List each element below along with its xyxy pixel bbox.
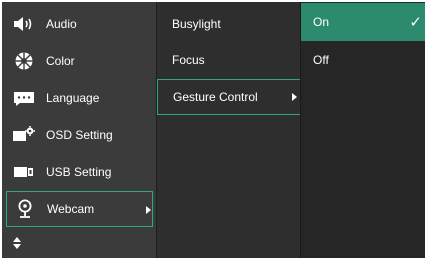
submenu-item-busylight[interactable]: Busylight [157, 6, 301, 42]
menu-item-language[interactable]: Language [6, 80, 153, 116]
scroll-indicator-icon[interactable] [12, 236, 22, 250]
submenu-item-label: Busylight [172, 17, 221, 31]
menu-item-usb-setting[interactable]: USB Setting [6, 154, 153, 190]
submenu-item-label: Focus [172, 53, 205, 67]
menu-item-osd-setting[interactable]: OSD Setting [6, 117, 153, 153]
options-panel: On ✓ Off [300, 2, 425, 258]
option-label: Off [313, 53, 329, 67]
menu-item-webcam[interactable]: Webcam [6, 191, 153, 227]
menu-item-label: USB Setting [46, 165, 112, 179]
speech-bubble-icon [12, 86, 36, 110]
speaker-icon [12, 12, 36, 36]
menu-item-label: OSD Setting [46, 128, 113, 142]
submenu: Busylight Focus Gesture Control [156, 2, 301, 258]
menu-item-label: Webcam [47, 202, 95, 216]
menu-item-label: Language [46, 91, 100, 105]
option-label: On [313, 15, 330, 29]
osd-menu: Audio Color Language OSD Setting USB Set… [2, 2, 425, 258]
checkmark-icon: ✓ [409, 14, 422, 31]
menu-item-label: Color [46, 54, 75, 68]
option-on[interactable]: On ✓ [301, 3, 425, 41]
color-wheel-icon [12, 49, 36, 73]
submenu-item-focus[interactable]: Focus [157, 42, 301, 78]
menu-item-label: Audio [46, 17, 77, 31]
chevron-right-icon [146, 206, 151, 214]
webcam-icon [13, 197, 37, 221]
usb-icon [12, 160, 36, 184]
menu-item-audio[interactable]: Audio [6, 6, 153, 42]
menu-item-color[interactable]: Color [6, 43, 153, 79]
submenu-item-label: Gesture Control [173, 90, 258, 104]
option-off[interactable]: Off [301, 41, 425, 79]
monitor-gear-icon [12, 123, 36, 147]
chevron-right-icon [292, 93, 297, 101]
main-menu: Audio Color Language OSD Setting USB Set… [2, 2, 155, 258]
submenu-item-gesture-control[interactable]: Gesture Control [157, 79, 301, 115]
